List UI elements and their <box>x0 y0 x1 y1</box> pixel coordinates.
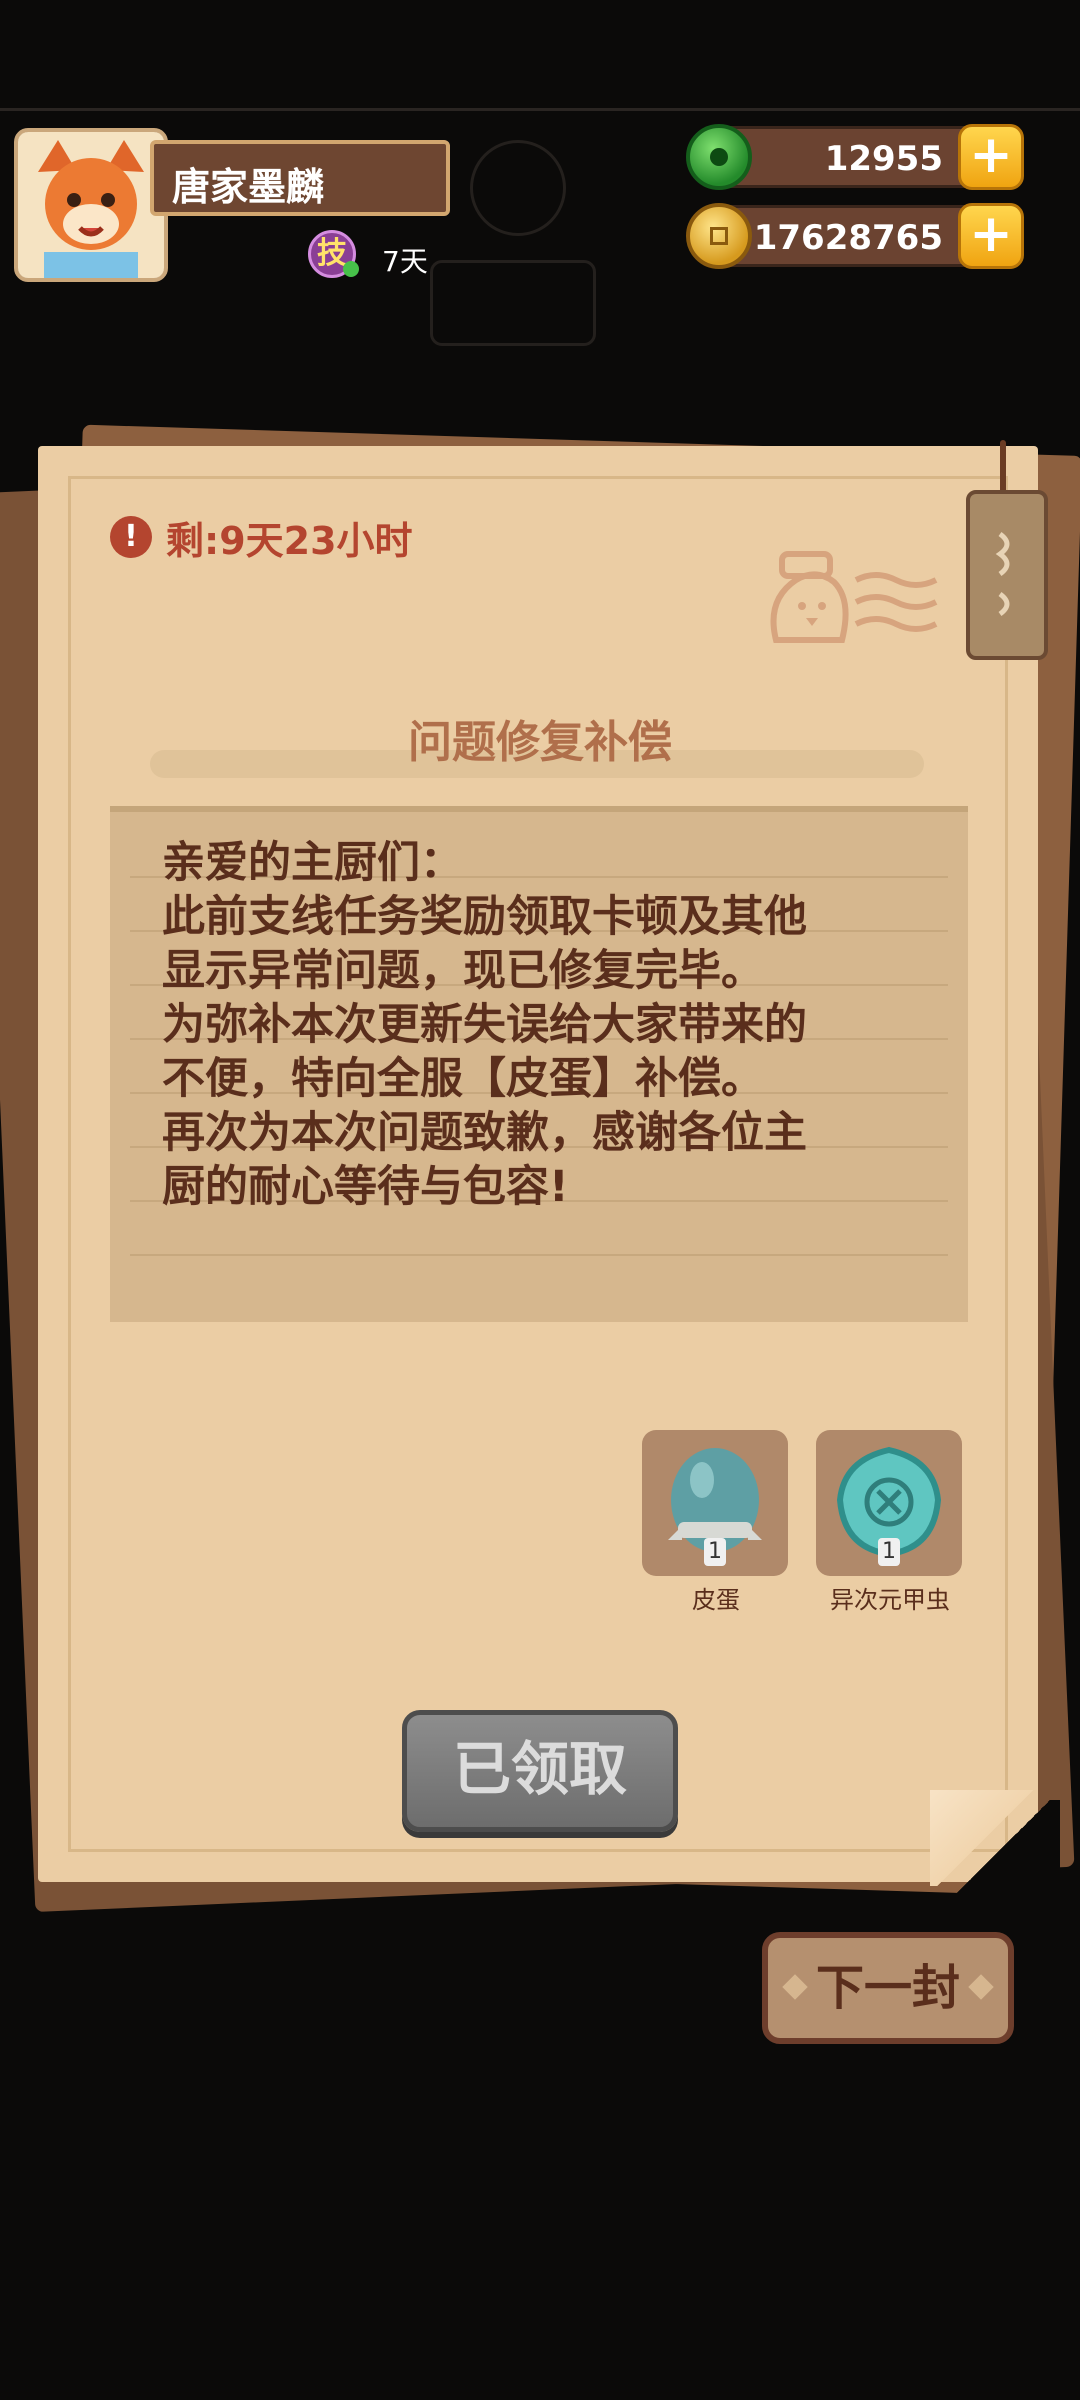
letter-tag <box>966 490 1048 660</box>
next-mail-button[interactable]: 下一封 <box>762 1932 1014 2044</box>
fox-chef-icon <box>18 132 164 278</box>
skill-days: 7天 <box>382 245 428 278</box>
mail-expiry: 剩:9天23小时 <box>166 519 413 563</box>
player-avatar[interactable] <box>14 128 168 282</box>
mail-body: 亲爱的主厨们： 此前支线任务奖励领取卡顿及其他 显示异常问题，现已修复完毕。 为… <box>110 806 968 1322</box>
background-decoration <box>430 260 596 346</box>
next-mail-label: 下一封 <box>815 1960 960 2016</box>
skill-badge[interactable]: 技 <box>308 230 359 278</box>
warning-icon: ! <box>110 516 152 558</box>
top-divider <box>0 108 1080 111</box>
background-decoration <box>470 140 566 236</box>
reward-item-beetle[interactable]: 1 <box>816 1430 962 1576</box>
mail-body-line: 不便，特向全服【皮蛋】补偿。 <box>162 1054 764 1104</box>
mail-body-line: 此前支线任务奖励领取卡顿及其他 <box>162 892 807 942</box>
mail-title: 问题修复补偿 <box>408 717 672 768</box>
ruled-line <box>130 1254 948 1256</box>
add-jade-button[interactable]: + <box>958 124 1024 190</box>
page-fold <box>930 1790 1040 1886</box>
reward-quantity: 1 <box>878 1538 900 1566</box>
coin-value: 17628765 <box>753 218 943 258</box>
leaf-icon <box>343 261 359 277</box>
postmark-stamp-icon <box>770 551 938 643</box>
add-coins-button[interactable]: + <box>958 203 1024 269</box>
mail-body-line: 再次为本次问题致歉，感谢各位主 <box>162 1108 807 1158</box>
mail-body-line: 厨的耐心等待与包容! <box>162 1162 569 1212</box>
coin-icon <box>686 203 752 269</box>
jade-value: 12955 <box>824 139 943 179</box>
mail-body-line: 显示异常问题，现已修复完毕。 <box>162 946 764 996</box>
mail-screen: { "player": { "name": "唐家墨麟", "skill_bad… <box>0 0 1080 2400</box>
reward-item-egg[interactable]: 1 <box>642 1430 788 1576</box>
diamond-ornament-icon <box>782 1974 808 2000</box>
player-name: 唐家墨麟 <box>172 165 325 209</box>
jade-icon <box>686 124 752 190</box>
reward-quantity: 1 <box>704 1538 726 1566</box>
mail-body-line: 为弥补本次更新失误给大家带来的 <box>162 1000 807 1050</box>
reward-name: 异次元甲虫 <box>830 1586 950 1614</box>
reward-name: 皮蛋 <box>692 1586 740 1614</box>
diamond-ornament-icon <box>968 1974 994 2000</box>
tag-ornament-icon <box>995 531 1010 617</box>
mail-body-line: 亲爱的主厨们： <box>162 838 463 888</box>
claimed-button[interactable]: 已领取 <box>402 1710 678 1832</box>
player-name-plate: 唐家墨麟 <box>150 140 450 216</box>
